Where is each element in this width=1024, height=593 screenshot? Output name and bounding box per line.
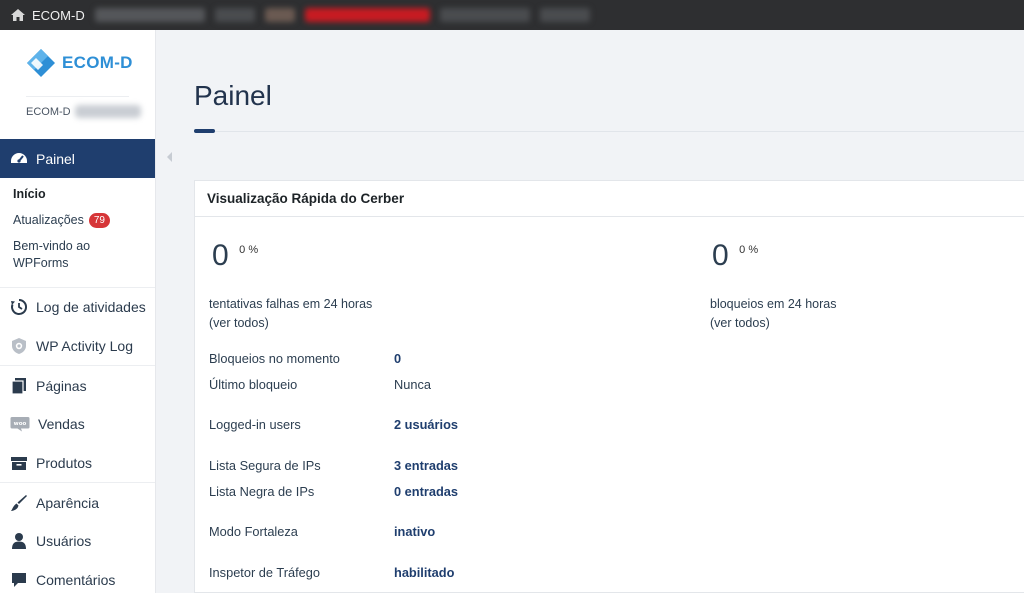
archive-icon xyxy=(11,457,27,471)
brand-block: ECOM-D ECOM-D xyxy=(0,30,155,139)
redacted-area xyxy=(304,8,430,22)
sidebar-item-usuarios[interactable]: Usuários xyxy=(0,522,155,561)
row-value-link[interactable]: habilitado xyxy=(394,565,454,580)
row-value-link[interactable]: inativo xyxy=(394,524,435,539)
stats-row: Lista Negra de IPs 0 entradas xyxy=(209,484,458,499)
divider xyxy=(26,96,129,97)
cerber-quick-view-widget: Visualização Rápida do Cerber 0 0 % tent… xyxy=(194,180,1024,593)
site-label-text: ECOM-D xyxy=(26,105,71,118)
brush-icon xyxy=(11,494,27,511)
row-value-link[interactable]: 2 usuários xyxy=(394,417,458,432)
redacted-area xyxy=(74,105,141,118)
sidebar-item-label: Vendas xyxy=(38,416,85,433)
lockouts-stat: 0 0 % xyxy=(712,239,758,273)
dashboard-submenu: Início Atualizações 79 Bem-vindo ao WPFo… xyxy=(0,178,155,288)
row-label: Lista Segura de IPs xyxy=(209,458,321,473)
row-value-link[interactable]: 0 xyxy=(394,351,401,366)
dashboard-icon xyxy=(11,152,27,163)
shield-icon xyxy=(12,338,26,355)
row-value-link[interactable]: 3 entradas xyxy=(394,458,458,473)
pages-icon xyxy=(11,377,26,395)
row-label: Inspetor de Tráfego xyxy=(209,565,320,580)
row-value-link[interactable]: 0 entradas xyxy=(394,484,458,499)
admin-bar: ECOM-D xyxy=(0,0,1024,30)
sidebar-item-label: Produtos xyxy=(36,455,93,472)
row-value: Nunca xyxy=(394,377,431,392)
row-label: Modo Fortaleza xyxy=(209,524,298,539)
title-accent-bar xyxy=(194,129,215,133)
sidebar-item-produtos[interactable]: Produtos xyxy=(0,444,155,483)
logo-mark-icon xyxy=(27,49,55,77)
submenu-item-label: Início xyxy=(13,187,46,201)
redacted-area xyxy=(94,8,205,22)
view-all-lockouts-link[interactable]: (ver todos) xyxy=(710,314,836,333)
stats-row: Último bloqueio Nunca xyxy=(209,377,431,392)
collapse-menu-arrow-icon[interactable] xyxy=(167,152,172,162)
redacted-area xyxy=(539,8,590,22)
stat-value: 0 xyxy=(212,239,229,272)
row-label: Bloqueios no momento xyxy=(209,351,340,366)
submenu-item-label: Bem-vindo ao WPForms xyxy=(13,239,91,270)
stats-row: Inspetor de Tráfego habilitado xyxy=(209,565,454,580)
sidebar-item-vendas[interactable]: woo Vendas xyxy=(0,405,155,444)
stat-label-text: tentativas falhas em 24 horas xyxy=(209,297,373,311)
redacted-area xyxy=(214,8,255,22)
user-icon xyxy=(12,533,26,550)
stat-percent: 0 % xyxy=(739,244,759,256)
home-icon[interactable] xyxy=(10,8,26,22)
view-all-failed-link[interactable]: (ver todos) xyxy=(209,314,372,333)
sidebar-item-wp-activity-log[interactable]: WP Activity Log xyxy=(0,327,155,366)
admin-bar-site-name[interactable]: ECOM-D xyxy=(32,8,85,23)
sidebar-item-label: Comentários xyxy=(36,572,116,589)
updates-count-badge: 79 xyxy=(88,213,110,228)
row-label: Logged-in users xyxy=(209,417,301,432)
stats-row: Modo Fortaleza inativo xyxy=(209,524,435,539)
history-icon xyxy=(11,299,28,316)
logo-text: ECOM-D xyxy=(62,53,133,72)
widget-title: Visualização Rápida do Cerber xyxy=(195,181,1024,217)
page-title: Painel xyxy=(194,80,272,111)
comment-icon xyxy=(12,573,26,588)
svg-text:woo: woo xyxy=(14,421,27,427)
submenu-item-atualizacoes[interactable]: Atualizações 79 xyxy=(13,212,155,229)
sidebar-item-label: Log de atividades xyxy=(36,299,146,316)
lockouts-label: bloqueios em 24 horas (ver todos) xyxy=(710,295,836,333)
sidebar-item-label: Páginas xyxy=(36,377,87,394)
admin-sidebar: ECOM-D ECOM-D Painel Início Atualizações… xyxy=(0,30,156,593)
stat-value: 0 xyxy=(712,239,729,272)
stat-label-text: bloqueios em 24 horas xyxy=(710,297,837,311)
divider xyxy=(194,131,1024,132)
sidebar-item-label: Usuários xyxy=(36,533,92,550)
row-label: Último bloqueio xyxy=(209,377,298,392)
failed-attempts-label: tentativas falhas em 24 horas (ver todos… xyxy=(209,295,372,333)
site-label: ECOM-D xyxy=(26,105,141,118)
sidebar-item-aparencia[interactable]: Aparência xyxy=(0,483,155,522)
stat-percent: 0 % xyxy=(239,244,259,256)
redacted-area xyxy=(439,8,530,22)
woo-icon: woo xyxy=(10,417,30,432)
stats-row: Lista Segura de IPs 3 entradas xyxy=(209,458,458,473)
submenu-item-wpforms-welcome[interactable]: Bem-vindo ao WPForms xyxy=(13,238,113,272)
stats-row: Bloqueios no momento 0 xyxy=(209,351,401,366)
redacted-area xyxy=(264,8,295,22)
sidebar-item-log-de-atividades[interactable]: Log de atividades xyxy=(0,288,155,327)
sidebar-item-painel[interactable]: Painel xyxy=(0,139,155,178)
row-label: Lista Negra de IPs xyxy=(209,484,315,499)
submenu-item-inicio[interactable]: Início xyxy=(13,186,155,203)
sidebar-item-label: Aparência xyxy=(36,494,100,511)
stats-row: Logged-in users 2 usuários xyxy=(209,417,458,432)
site-logo[interactable]: ECOM-D xyxy=(24,48,133,78)
sidebar-item-paginas[interactable]: Páginas xyxy=(0,366,155,405)
submenu-item-label: Atualizações xyxy=(13,213,84,227)
sidebar-item-label: WP Activity Log xyxy=(36,338,134,355)
sidebar-item-label: Painel xyxy=(36,150,75,167)
sidebar-item-comentarios[interactable]: Comentários xyxy=(0,561,155,593)
failed-attempts-stat: 0 0 % xyxy=(212,239,258,273)
